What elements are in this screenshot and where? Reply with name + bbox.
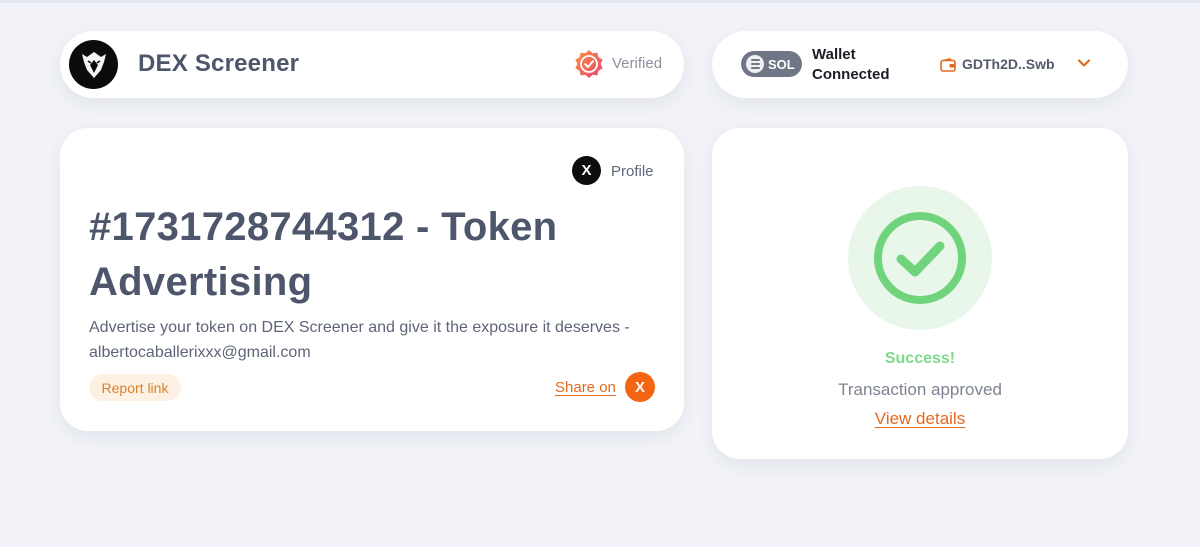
network-label: SOL [768,56,795,72]
wallet-address[interactable]: GDTh2D..Swb [962,56,1055,72]
page-description: Advertise your token on DEX Screener and… [89,319,630,361]
wallet-status-line1: Wallet [812,46,856,63]
verified-badge-icon [575,50,603,78]
top-divider [0,0,1200,3]
chevron-down-icon[interactable] [1077,58,1091,68]
success-title: Success! [884,350,956,367]
view-details-link[interactable]: View details [712,409,1128,429]
x-share-icon[interactable]: X [625,372,655,402]
brand-name: DEX Screener [138,50,300,77]
transaction-status-card: Success! Transaction approved View detai… [712,128,1128,459]
wallet-icon[interactable] [940,58,956,72]
profile-link[interactable]: Profile [611,163,654,180]
wallet-header: SOL Wallet Connected GDTh2D..Swb [712,31,1128,98]
report-link-button[interactable]: Report link [89,374,181,401]
brand-header: DEX Screener Verified [60,31,684,98]
verified-label: Verified [612,55,663,72]
eagle-logo-icon[interactable] [69,40,118,89]
check-circle-icon [874,212,966,304]
wallet-status: Wallet Connected [812,45,907,85]
x-logo-icon[interactable]: X [572,156,601,185]
network-badge[interactable]: SOL [741,51,802,77]
wallet-status-line2: Connected [812,66,890,83]
page-title: #1731728744312 - Token Advertising [89,205,558,304]
solana-icon [746,55,764,73]
advertising-card: X Profile #1731728744312 - Token Adverti… [60,128,684,431]
transaction-message: Transaction approved [838,380,1002,399]
share-on-link[interactable]: Share on [555,379,616,396]
